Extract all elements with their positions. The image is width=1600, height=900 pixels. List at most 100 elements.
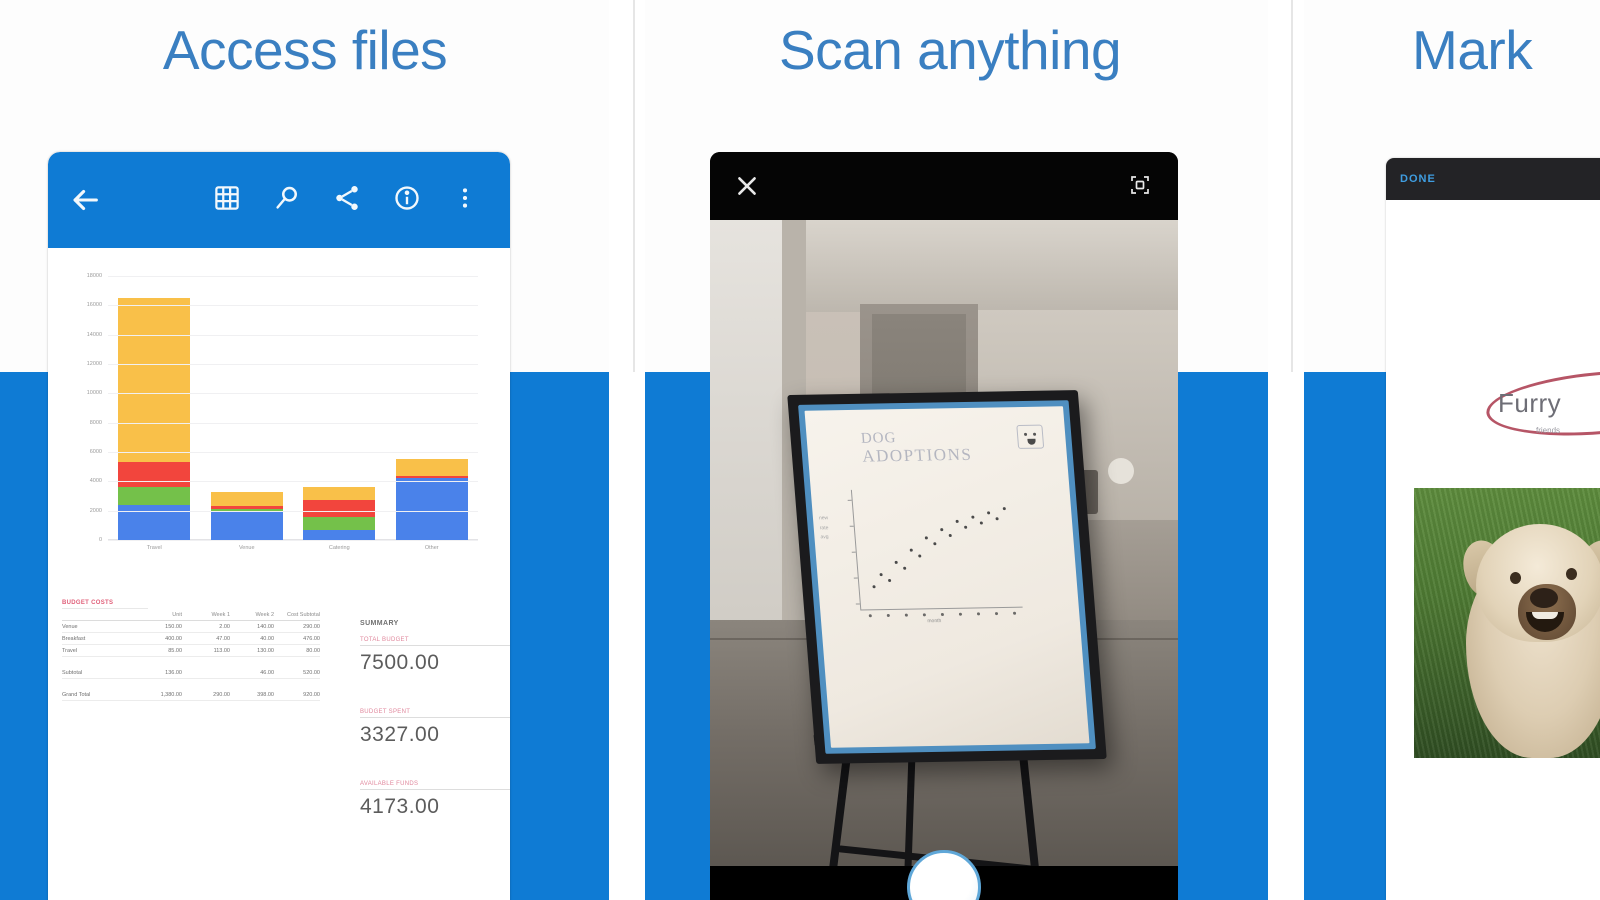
phone-mock-markup: DONE Furry friends — [1386, 158, 1600, 900]
chart-ytick-label: 18000 — [86, 273, 102, 279]
table-cell — [182, 670, 230, 676]
summary-value-1: 3327.00 — [360, 723, 440, 746]
whiteboard-axis-dot — [940, 612, 945, 617]
whiteboard-axis-dot — [994, 612, 999, 616]
summary-item-available-funds: AVAILABLE FUNDS 4173.00 — [360, 781, 510, 819]
chart-bar-segment — [210, 510, 283, 540]
whiteboard-scatter-dot — [940, 528, 944, 532]
done-button[interactable]: DONE — [1400, 173, 1436, 185]
panel-title-mark: Mark — [1412, 19, 1533, 81]
panel-divider-1 — [633, 0, 635, 372]
chart-ytick-label: 6000 — [89, 449, 102, 455]
dog-face-icon — [1016, 424, 1045, 449]
desk-lamp — [1108, 458, 1134, 484]
summary-item-budget-spent: BUDGET SPENT 3327.00 — [360, 709, 510, 747]
whiteboard-scatter-dot — [986, 511, 991, 515]
spreadsheet-canvas: Travel Venue Catering Other 18000 16000 14000… — [48, 248, 510, 900]
table-cell: 400.00 — [165, 636, 182, 642]
chart-gridline — [108, 276, 478, 277]
overflow-icon[interactable] — [452, 183, 486, 217]
panel-gutter-2 — [1268, 0, 1304, 900]
th-3: Week 2 — [255, 612, 274, 618]
table-cell: 476.00 — [303, 636, 320, 642]
markup-canvas[interactable]: Furry friends — [1386, 200, 1600, 900]
table-cell: 130.00 — [257, 648, 274, 654]
whiteboard-scatter-dot — [948, 533, 952, 538]
table-cell: 47.00 — [216, 636, 230, 642]
markup-headline: Furry — [1498, 388, 1562, 418]
dog-photo — [1414, 488, 1600, 758]
summary-panel: SUMMARY TOTAL BUDGET 7500.00 BUDGET SPEN… — [360, 620, 510, 819]
chart-bar-segment — [395, 478, 468, 540]
chart-gridline — [108, 393, 478, 395]
back-icon[interactable] — [68, 183, 102, 217]
chart-bar-segment — [210, 492, 283, 506]
th-1: Unit — [172, 612, 182, 618]
summary-label-2: AVAILABLE FUNDS — [360, 781, 510, 790]
panel-gutter-1 — [609, 0, 645, 900]
whiteboard-scatter-dot — [971, 515, 975, 519]
budget-bar-chart: Travel Venue Catering Other 18000 16000 14000… — [62, 268, 496, 568]
chart-bar-segment — [303, 516, 376, 530]
chart-xtick-label: Other — [424, 545, 439, 551]
chart-gridline — [108, 422, 478, 424]
side-note-0: new — [818, 515, 829, 522]
whiteboard-scatter-dot — [918, 554, 922, 558]
info-icon[interactable] — [392, 183, 426, 217]
phone-mock-scan-anything: DOG ADOPTIONS new rate avg month — [710, 152, 1178, 900]
document-scan-icon[interactable] — [1128, 173, 1154, 199]
chart-gridline — [108, 305, 478, 307]
chart-bar-segment — [118, 298, 191, 463]
table-cell: 1,380.00 — [160, 692, 182, 698]
chart-ytick-label: 10000 — [86, 390, 102, 397]
markup-app-toolbar: DONE — [1386, 158, 1600, 200]
chart-ytick-label: 16000 — [86, 302, 102, 309]
side-note-2: avg — [820, 534, 829, 541]
whiteboard-axis-dot — [868, 614, 872, 618]
left-wall — [710, 220, 782, 650]
table-title: BUDGET COSTS — [62, 600, 148, 609]
dog-eye-right — [1566, 568, 1577, 580]
whiteboard-scatter-dot — [894, 560, 898, 564]
table-icon[interactable] — [212, 183, 246, 217]
th-2: Week 1 — [211, 612, 230, 618]
table-cell: 113.00 — [213, 648, 230, 654]
chart-gridline — [108, 452, 478, 453]
chart-bar-segment — [303, 500, 376, 517]
ceiling — [806, 220, 1178, 312]
whiteboard-side-notes: new rate avg — [819, 514, 830, 543]
close-icon[interactable] — [734, 173, 760, 199]
whiteboard-chart-y-axis — [850, 489, 862, 610]
table-header-row: Unit Week 1 Week 2 Cost Subtotal — [62, 609, 320, 621]
whiteboard-scatter-dot — [979, 521, 983, 525]
whiteboard-axis-dot — [1012, 611, 1017, 615]
table-cell: 398.00 — [257, 692, 274, 698]
share-icon[interactable] — [332, 183, 366, 217]
budget-table: BUDGET COSTS Unit Week 1 Week 2 Cost Sub… — [62, 600, 320, 701]
chart-ytick-label: 12000 — [86, 361, 102, 367]
table-cell: 290.00 — [303, 624, 320, 630]
table-cell: 920.00 — [303, 692, 320, 698]
chart-ytick-label: 0 — [98, 537, 102, 543]
whiteboard-axis-tick — [847, 499, 852, 501]
table-cell: 2.00 — [219, 624, 230, 630]
whiteboard-axis-dot — [976, 612, 981, 616]
panel-divider-2 — [1291, 0, 1293, 372]
whiteboard-scatter-dot — [995, 517, 999, 521]
summary-heading: SUMMARY — [360, 620, 399, 627]
table-cell: Breakfast — [62, 636, 86, 642]
scan-app-toolbar — [710, 152, 1178, 220]
screenshot-root: Access files Scan anything Mark Travel V… — [0, 0, 1600, 900]
files-app-toolbar — [48, 152, 510, 248]
whiteboard-scatter-dot — [924, 536, 928, 540]
whiteboard-scatter-dot — [1002, 507, 1006, 511]
camera-viewfinder[interactable]: DOG ADOPTIONS new rate avg month — [710, 220, 1178, 900]
whiteboard-axis-tick — [849, 525, 854, 527]
chart-bar-segment — [303, 487, 376, 501]
summary-label-1: BUDGET SPENT — [360, 709, 510, 718]
chart-bar: Venue — [210, 276, 283, 551]
panel-title-access-files: Access files — [162, 19, 448, 81]
flipchart-board: DOG ADOPTIONS new rate avg month — [787, 390, 1107, 764]
search-icon[interactable] — [272, 183, 306, 217]
table-cell: 520.00 — [303, 670, 320, 676]
